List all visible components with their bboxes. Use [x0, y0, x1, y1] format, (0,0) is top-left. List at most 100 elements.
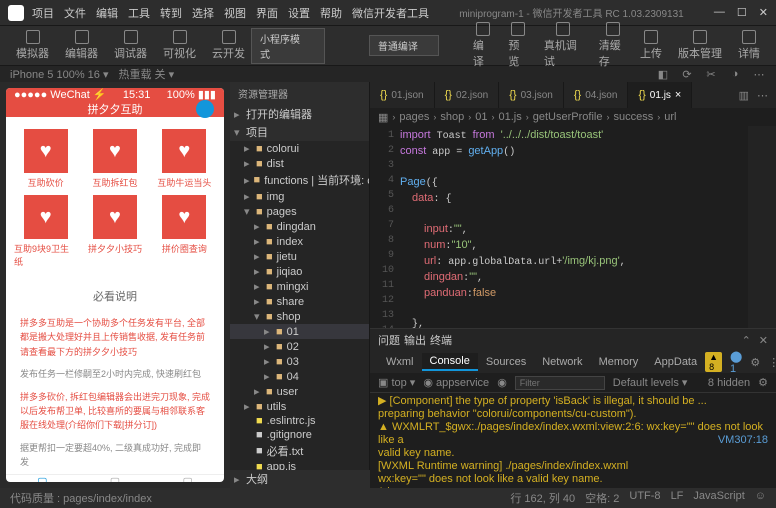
toolbar-button[interactable]: 详情	[732, 28, 766, 63]
breadcrumb-item[interactable]: 01.js	[499, 111, 522, 123]
status-item[interactable]: ☺	[755, 490, 766, 506]
folder-node[interactable]: ▸■ index	[230, 234, 369, 249]
breadcrumb-item[interactable]: shop	[440, 111, 464, 123]
info-badge[interactable]: ⬤ 1	[730, 350, 742, 375]
gear-icon[interactable]: ⚙	[758, 376, 768, 389]
menu-item[interactable]: 文件	[64, 5, 86, 21]
menu-item[interactable]: 微信开发者工具	[352, 5, 429, 21]
toolbar-icon[interactable]: ⟳	[680, 67, 694, 81]
folder-node[interactable]: ▾■ shop	[230, 309, 369, 324]
folder-node[interactable]: ▸■ jiqiao	[230, 264, 369, 279]
open-editors-section[interactable]: ▸打开的编辑器	[230, 105, 369, 123]
toolbar-button[interactable]: 上传	[634, 28, 668, 63]
toolbar-button[interactable]: 清缓存	[593, 20, 634, 71]
toolbar-icon[interactable]: ⋯	[752, 67, 766, 81]
folder-node[interactable]: ▸■ utils	[230, 399, 369, 414]
console-tab[interactable]: Network	[534, 354, 590, 370]
problems-tab[interactable]: 问题	[378, 332, 400, 348]
toolbar-icon[interactable]: ✂	[704, 67, 718, 81]
code-editor[interactable]: 123456789101112131415161718 import Toast…	[370, 126, 776, 328]
editor-tab[interactable]: {} 04.json	[564, 82, 629, 108]
maximize-icon[interactable]: ☐	[737, 6, 747, 19]
menu-item[interactable]: 转到	[160, 5, 182, 21]
menu-item[interactable]: 视图	[224, 5, 246, 21]
console-tab[interactable]: AppData	[646, 354, 705, 370]
toolbar-button[interactable]: 模拟器	[10, 28, 55, 63]
folder-node[interactable]: ▸■ mingxi	[230, 279, 369, 294]
editor-tab[interactable]: {} 01.js ×	[628, 82, 692, 108]
minimize-icon[interactable]: —	[714, 6, 725, 19]
status-item[interactable]: 行 162, 列 40	[510, 490, 575, 506]
editor-tab[interactable]: {} 01.json	[370, 82, 435, 108]
toolbar-button[interactable]: 版本管理	[672, 28, 728, 63]
toolbar-button[interactable]: 真机调试	[538, 20, 589, 71]
filter-input[interactable]	[515, 376, 605, 390]
close-tab-icon[interactable]: ×	[675, 89, 681, 101]
menu-item[interactable]: 选择	[192, 5, 214, 21]
grid-item[interactable]: ♥互助牛运当头	[153, 129, 216, 189]
compile-select[interactable]: 普通编译	[369, 35, 439, 56]
grid-item[interactable]: ♥互助砍价	[14, 129, 77, 189]
toolbar-button[interactable]: 云开发	[206, 28, 251, 63]
menu-item[interactable]: 编辑	[96, 5, 118, 21]
breadcrumb-item[interactable]: pages	[399, 111, 429, 123]
folder-node[interactable]: ▸■ 02	[230, 339, 369, 354]
toolbar-icon[interactable]: ◑	[728, 67, 742, 81]
folder-node[interactable]: ▸■ functions | 当前环境: cl...	[230, 171, 369, 189]
context-select[interactable]: ▣ top ▾	[378, 376, 415, 389]
close-icon[interactable]: ✕	[759, 6, 768, 19]
grid-item[interactable]: ♥拼价圈查询	[153, 195, 216, 268]
editor-tab[interactable]: {} 02.json	[435, 82, 500, 108]
menu-item[interactable]: 设置	[288, 5, 310, 21]
folder-node[interactable]: ▸■ share	[230, 294, 369, 309]
status-item[interactable]: JavaScript	[693, 490, 744, 506]
folder-node[interactable]: ▸■ 01	[230, 324, 369, 339]
menu-item[interactable]: 工具	[128, 5, 150, 21]
toolbar-button[interactable]: 编译	[467, 20, 498, 71]
toolbar-button[interactable]: 调试器	[108, 28, 153, 63]
breadcrumb-item[interactable]: url	[664, 111, 676, 123]
search-icon[interactable]	[196, 100, 214, 118]
folder-node[interactable]: ▸■ dingdan	[230, 219, 369, 234]
toolbar-button[interactable]: 预览	[502, 20, 533, 71]
collapse-icon[interactable]: ⌃	[742, 334, 751, 347]
tabbar-item[interactable]: ▢订单	[79, 475, 152, 482]
mode-select[interactable]: 小程序模式	[251, 28, 325, 64]
more-icon[interactable]: ⋮	[768, 356, 776, 369]
grid-item[interactable]: ♥互助9块9卫生纸	[14, 195, 77, 268]
folder-node[interactable]: ▸■ jietu	[230, 249, 369, 264]
breadcrumb[interactable]: ▦ › pages › shop › 01 › 01.js › getUserP…	[370, 108, 776, 126]
file-node[interactable]: ■ .eslintrc.js	[230, 414, 369, 428]
hot-reload-toggle[interactable]: 热重载 关 ▾	[118, 66, 174, 82]
console-tab[interactable]: Wxml	[378, 354, 422, 370]
console-tab[interactable]: Console	[422, 353, 478, 371]
minimap[interactable]	[748, 126, 776, 328]
terminal-tab[interactable]: 终端	[430, 332, 452, 348]
file-node[interactable]: ■ .gitignore	[230, 428, 369, 442]
device-select[interactable]: iPhone 5 100% 16 ▾	[10, 68, 108, 81]
folder-node[interactable]: ▸■ user	[230, 384, 369, 399]
grid-item[interactable]: ♥互助拆红包	[83, 129, 146, 189]
status-item[interactable]: 空格: 2	[585, 490, 619, 506]
outline-section[interactable]: ▸大纲	[230, 470, 370, 488]
folder-node[interactable]: ▸■ 04	[230, 369, 369, 384]
toolbar-button[interactable]: 编辑器	[59, 28, 104, 63]
tabbar-item[interactable]: ▢首页	[6, 475, 79, 482]
breadcrumb-item[interactable]: ▦	[378, 111, 388, 124]
toolbar-button[interactable]: 可视化	[157, 28, 202, 63]
gear-icon[interactable]: ⚙	[750, 356, 760, 369]
breadcrumb-item[interactable]: success	[613, 111, 653, 123]
warning-badge[interactable]: ▲ 8	[705, 352, 722, 372]
close-icon[interactable]: ✕	[759, 334, 768, 347]
status-left[interactable]: 代码质量 : pages/index/index	[10, 490, 152, 506]
levels-select[interactable]: Default levels ▾	[613, 376, 688, 389]
breadcrumb-item[interactable]: getUserProfile	[533, 111, 603, 123]
folder-node[interactable]: ▸■ img	[230, 189, 369, 204]
more-icon[interactable]: ⋯	[757, 89, 768, 102]
breadcrumb-item[interactable]: 01	[475, 111, 487, 123]
status-item[interactable]: LF	[671, 490, 684, 506]
console-tab[interactable]: Memory	[591, 354, 647, 370]
grid-item[interactable]: ♥拼夕夕小技巧	[83, 195, 146, 268]
folder-node[interactable]: ▸■ colorui	[230, 141, 369, 156]
file-node[interactable]: ■ 必看.txt	[230, 442, 369, 460]
